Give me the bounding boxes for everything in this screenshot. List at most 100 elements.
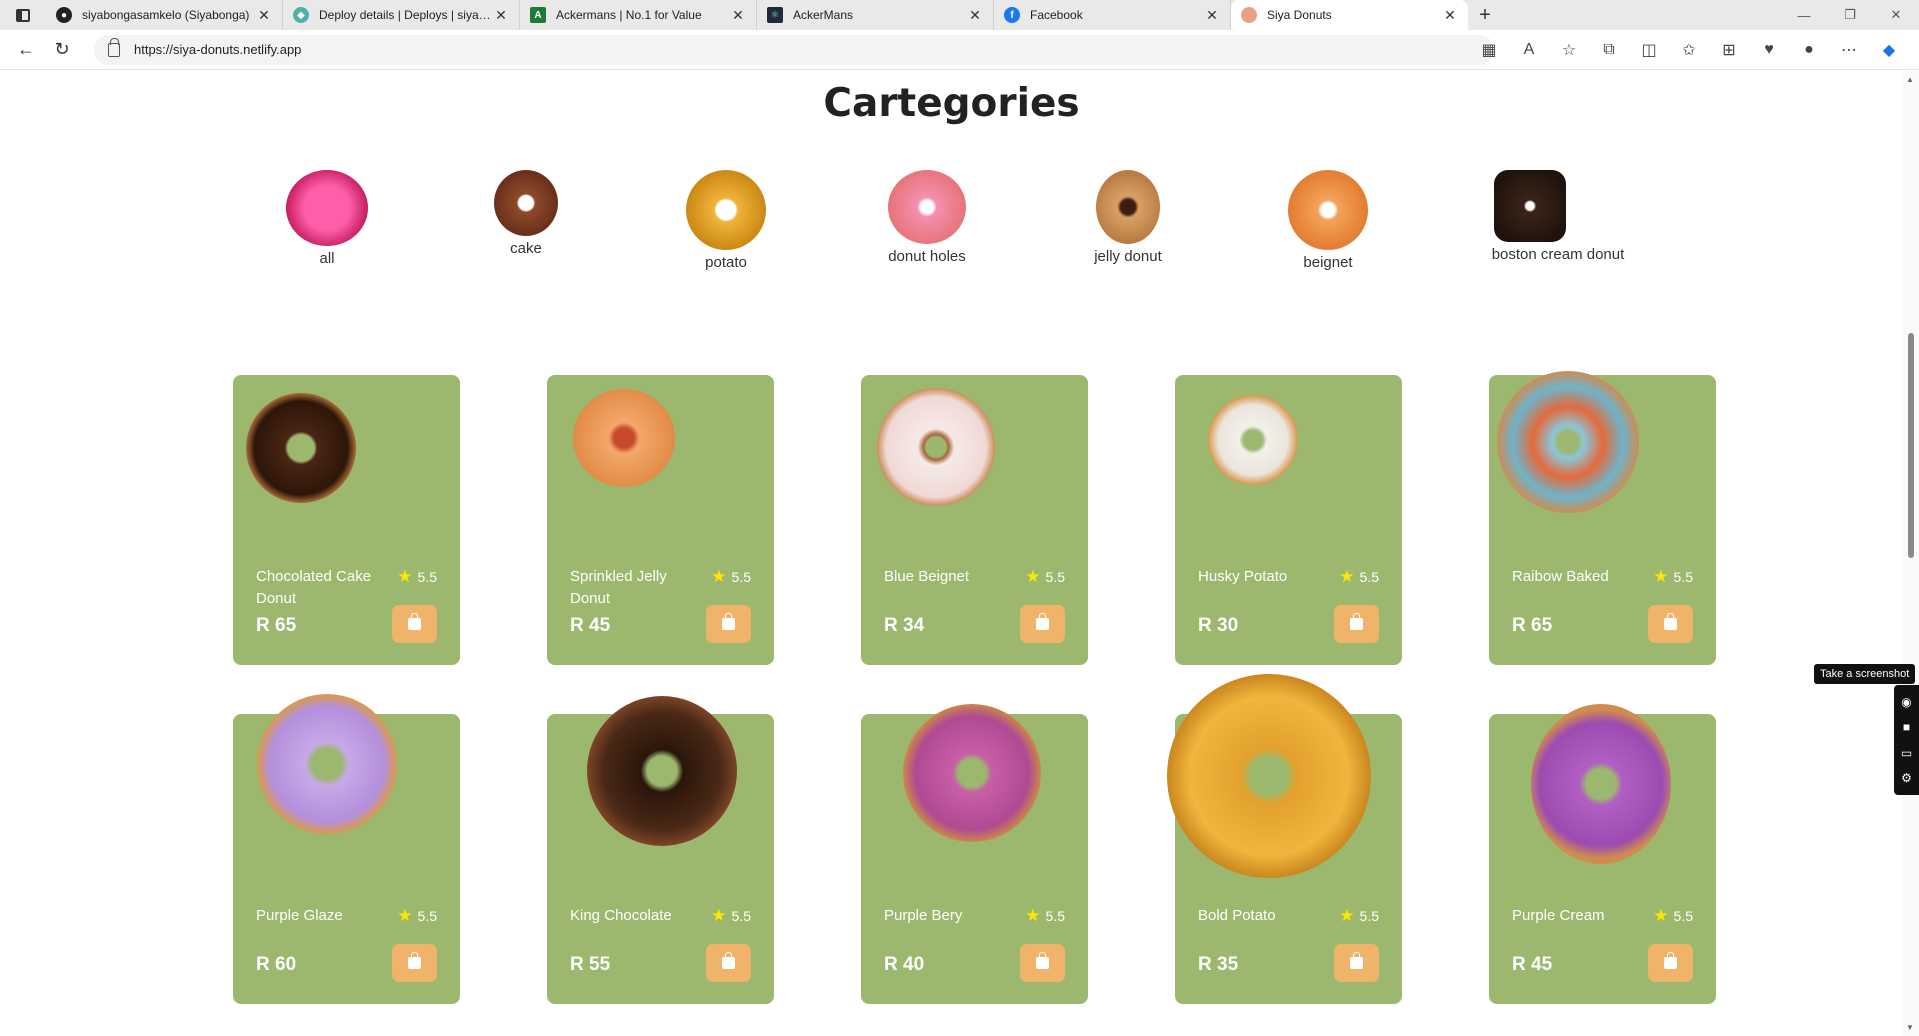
product-name: King Chocolate [570, 907, 672, 924]
shopping-bag-icon [722, 952, 735, 969]
add-to-cart-button[interactable] [706, 605, 751, 643]
split-screen-icon[interactable]: ◫ [1629, 34, 1669, 66]
settings-gear-icon[interactable]: ⚙ [1901, 771, 1912, 785]
tab-facebook[interactable]: f Facebook ✕ [994, 0, 1231, 30]
profile-avatar-icon[interactable]: ● [1789, 34, 1829, 66]
address-bar: ← ↻ https://siya-donuts.netlify.app ▦ A … [0, 30, 1919, 70]
category-label: all [319, 250, 335, 267]
ackermans-icon: A [530, 7, 546, 23]
product-card[interactable]: Bold Potato ★ 5.5 R 35 [1167, 674, 1402, 1004]
window-icon[interactable]: ▭ [1901, 746, 1912, 760]
read-aloud-icon[interactable]: A [1509, 34, 1549, 66]
product-card[interactable]: Sprinkled Jelly Donut ★ 5.5 R 45 [547, 375, 774, 665]
shopping-bag-icon [408, 613, 421, 630]
product-card[interactable]: Purple Bery ★ 5.5 R 40 [861, 704, 1088, 1004]
tab-siya-donuts[interactable]: Siya Donuts ✕ [1231, 0, 1468, 30]
browser-essentials-icon[interactable]: ♥ [1749, 34, 1789, 66]
category-cake[interactable]: cake [441, 170, 611, 257]
product-rating: ★ 5.5 [711, 905, 751, 927]
product-rating: ★ 5.5 [1025, 566, 1065, 588]
app-available-icon[interactable]: ▦ [1469, 34, 1509, 66]
netlify-icon: ◆ [293, 7, 309, 23]
rating-value: 5.5 [1045, 569, 1065, 585]
extensions-icon[interactable]: ⧉ [1589, 34, 1629, 66]
scroll-down-icon[interactable]: ▼ [1906, 1023, 1914, 1032]
add-to-cart-button[interactable] [1020, 605, 1065, 643]
close-icon[interactable]: ✕ [967, 7, 983, 24]
rating-value: 5.5 [417, 569, 437, 585]
browser-toolbar: ▦ A ☆ ⧉ ◫ ✩ ⊞ ♥ ● ⋯ ◆ [1469, 30, 1909, 70]
new-tab-icon[interactable]: + [1468, 4, 1502, 27]
camera-icon[interactable]: ◉ [1901, 695, 1911, 709]
product-card[interactable]: Purple Glaze ★ 5.5 R 60 [233, 694, 460, 1004]
product-name: Purple Glaze [256, 907, 343, 924]
category-image [1494, 170, 1566, 242]
shopping-bag-icon [1350, 952, 1363, 969]
tab-ackermans[interactable]: A Ackermans | No.1 for Value ✕ [520, 0, 757, 30]
product-image [587, 696, 737, 846]
tab-bar: ● siyabongasamkelo (Siyabonga) ✕ ◆ Deplo… [0, 0, 1919, 30]
lock-icon[interactable] [108, 37, 120, 57]
refresh-icon[interactable]: ↻ [44, 32, 80, 68]
product-name: Raibow Baked [1512, 568, 1609, 585]
window-controls: — ❐ ✕ [1781, 0, 1919, 30]
favorite-star-icon[interactable]: ☆ [1549, 34, 1589, 66]
add-to-cart-button[interactable] [1020, 944, 1065, 982]
tab-ackermans-react[interactable]: ⚛ AckerMans ✕ [757, 0, 994, 30]
close-icon[interactable]: ✕ [1442, 7, 1458, 24]
scrollbar-thumb[interactable] [1908, 333, 1914, 558]
tab-netlify[interactable]: ◆ Deploy details | Deploys | siya-sh ✕ [283, 0, 520, 30]
category-boston-cream-donut[interactable]: boston cream donut [1473, 170, 1643, 263]
add-to-cart-button[interactable] [1334, 605, 1379, 643]
shopping-bag-icon [408, 952, 421, 969]
product-price: R 45 [570, 615, 611, 636]
category-donut-holes[interactable]: donut holes [842, 170, 1012, 265]
minimize-icon[interactable]: — [1781, 0, 1827, 30]
star-icon: ★ [1025, 567, 1041, 586]
copilot-icon[interactable]: ◆ [1869, 34, 1909, 66]
category-all[interactable]: all [242, 170, 412, 267]
close-icon[interactable]: ✕ [256, 7, 272, 24]
tab-github[interactable]: ● siyabongasamkelo (Siyabonga) ✕ [46, 0, 283, 30]
product-card[interactable]: Husky Potato ★ 5.5 R 30 [1175, 375, 1402, 665]
add-to-cart-button[interactable] [706, 944, 751, 982]
tab-title: Facebook [1030, 8, 1083, 22]
close-icon[interactable]: ✕ [493, 7, 509, 24]
product-card[interactable]: King Chocolate ★ 5.5 R 55 [547, 696, 774, 1004]
donut-icon [1241, 7, 1257, 23]
close-icon[interactable]: ✕ [1204, 7, 1220, 24]
product-image [903, 704, 1041, 842]
more-options-icon[interactable]: ⋯ [1829, 34, 1869, 66]
product-name: Chocolated Cake Donut [256, 568, 372, 607]
tab-title: Siya Donuts [1267, 8, 1332, 22]
back-icon[interactable]: ← [8, 32, 44, 68]
add-to-cart-button[interactable] [1648, 944, 1693, 982]
product-card[interactable]: Raibow Baked ★ 5.5 R 65 [1489, 371, 1716, 665]
category-beignet[interactable]: beignet [1243, 170, 1413, 271]
product-rating: ★ 5.5 [1653, 905, 1693, 927]
category-potato[interactable]: potato [641, 170, 811, 271]
scroll-up-icon[interactable]: ▲ [1906, 75, 1914, 84]
product-image [246, 393, 356, 503]
favorites-icon[interactable]: ✩ [1669, 34, 1709, 66]
product-card[interactable]: Blue Beignet ★ 5.5 R 34 [861, 375, 1088, 665]
star-icon: ★ [397, 567, 413, 586]
category-jelly-donut[interactable]: jelly donut [1043, 170, 1213, 265]
url-field[interactable]: https://siya-donuts.netlify.app [94, 34, 1494, 65]
product-card[interactable]: Purple Cream ★ 5.5 R 45 [1489, 704, 1716, 1004]
video-icon[interactable]: ■ [1903, 720, 1910, 734]
category-image [1288, 170, 1368, 250]
add-to-cart-button[interactable] [1334, 944, 1379, 982]
restore-icon[interactable]: ❐ [1827, 0, 1873, 30]
add-to-cart-button[interactable] [392, 605, 437, 643]
rating-value: 5.5 [417, 908, 437, 924]
add-to-cart-button[interactable] [392, 944, 437, 982]
tab-actions-icon[interactable] [0, 0, 46, 30]
close-window-icon[interactable]: ✕ [1873, 0, 1919, 30]
add-to-cart-button[interactable] [1648, 605, 1693, 643]
shopping-bag-icon [1036, 613, 1049, 630]
product-card[interactable]: Chocolated Cake Donut ★ 5.5 R 65 [233, 375, 460, 665]
collections-icon[interactable]: ⊞ [1709, 34, 1749, 66]
close-icon[interactable]: ✕ [730, 7, 746, 24]
page-scrollbar[interactable]: ▲ ▼ [1903, 71, 1919, 1036]
